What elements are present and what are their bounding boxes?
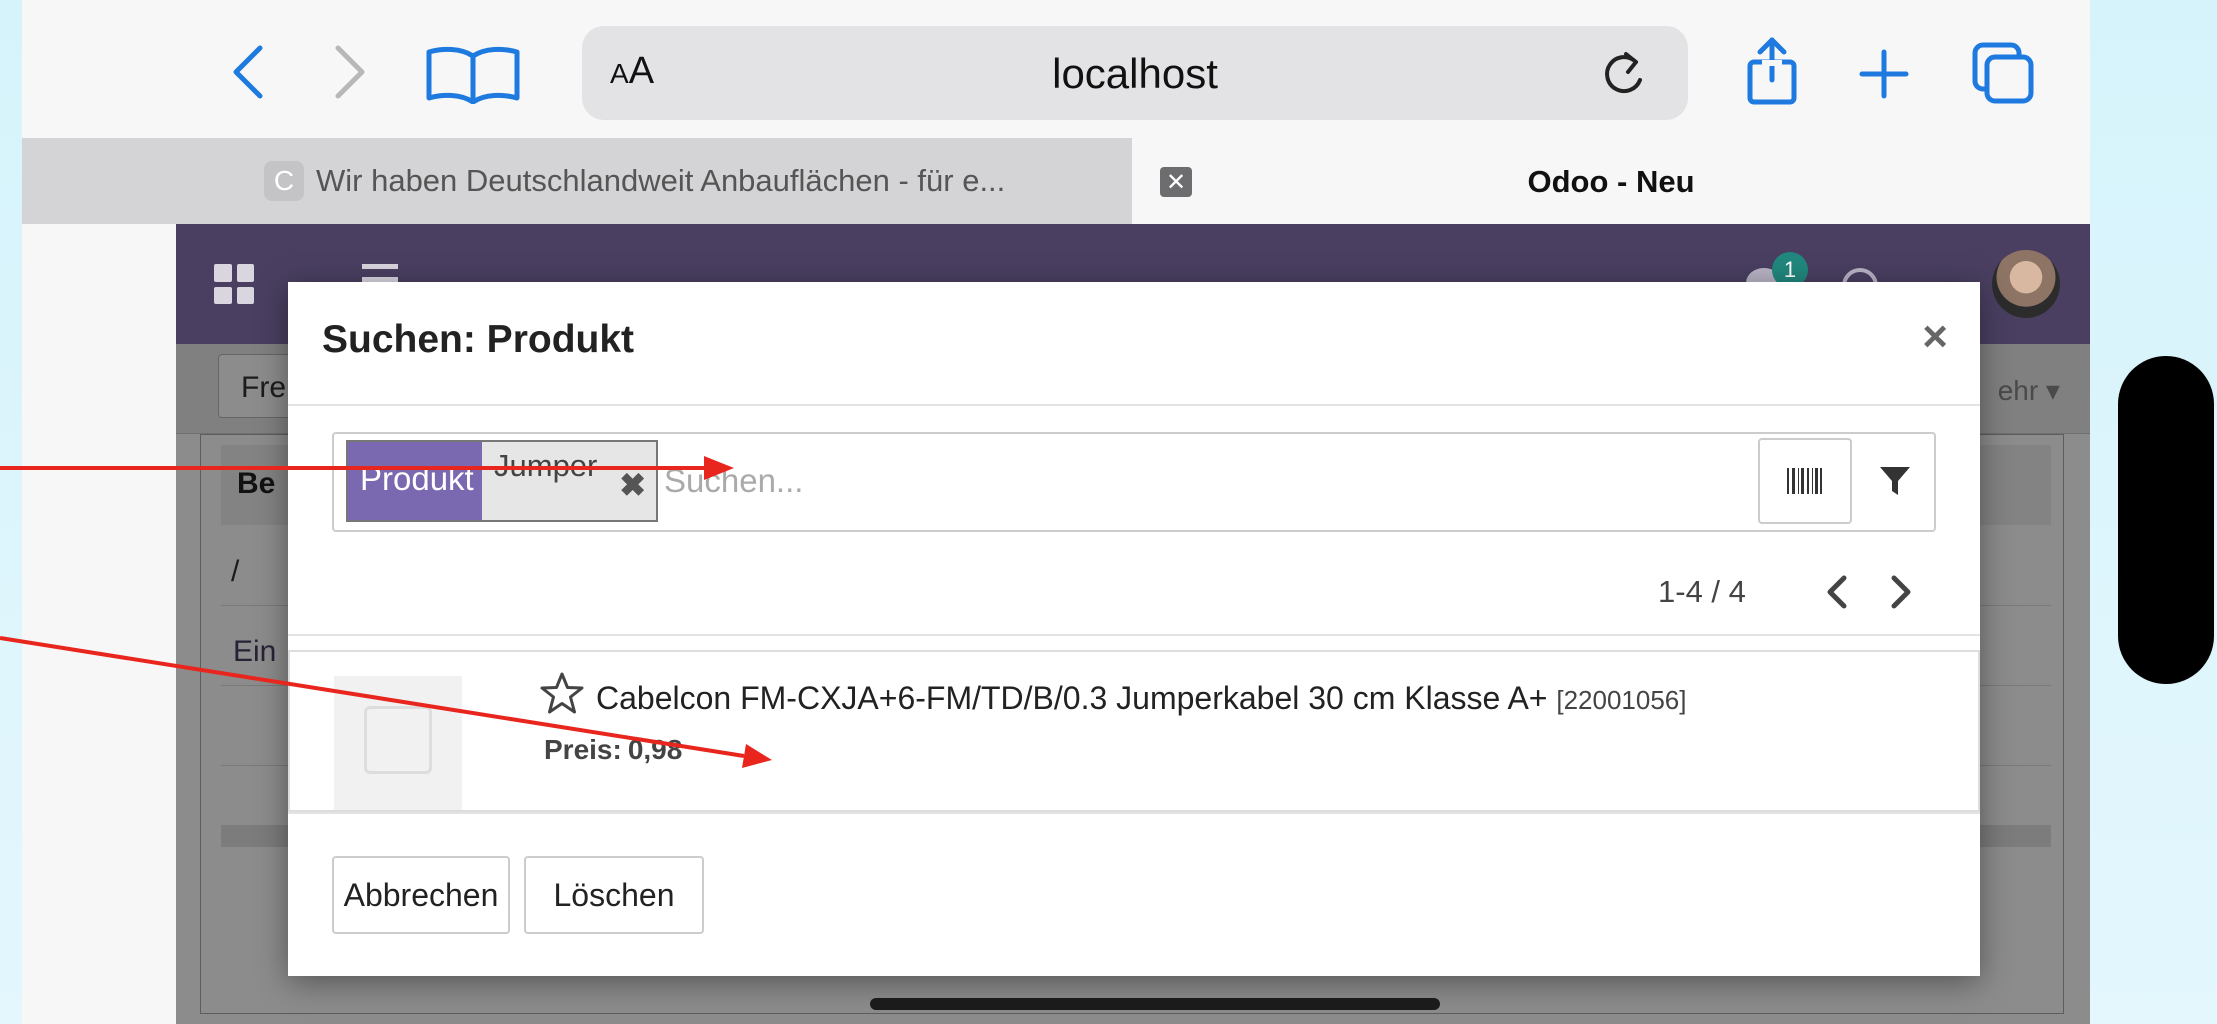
chevron-right-icon[interactable]: [1888, 574, 1914, 615]
favicon-icon: C: [264, 161, 304, 201]
filter-icon[interactable]: [1860, 438, 1930, 524]
share-icon[interactable]: [1742, 36, 1802, 106]
price-value: 0,98: [627, 734, 683, 765]
price-label: Preis:: [544, 734, 622, 765]
product-price-line: Preis: 0,98: [544, 734, 682, 766]
tab-strip: C Wir haben Deutschlandweit Anbauflächen…: [22, 138, 2090, 224]
cancel-button[interactable]: Abbrechen: [332, 856, 510, 934]
forward-icon[interactable]: [330, 44, 370, 100]
address-bar[interactable]: AA localhost: [582, 26, 1688, 120]
back-icon[interactable]: [228, 44, 268, 100]
search-dialog: Suchen: Produkt × Produkt Jumper ✖ Suche…: [288, 282, 1980, 976]
pager-value[interactable]: 1-4 / 4: [1658, 574, 1746, 610]
tab-title: Wir haben Deutschlandweit Anbauflächen -…: [316, 163, 1006, 198]
star-icon[interactable]: [540, 672, 584, 719]
facet-remove-icon[interactable]: ✖: [619, 466, 646, 504]
side-handle[interactable]: [2118, 356, 2214, 684]
search-facet: Produkt Jumper ✖: [346, 440, 658, 522]
product-code: [22001056]: [1556, 685, 1687, 715]
divider: [288, 812, 1980, 814]
product-image: [334, 676, 462, 810]
product-name-line: Cabelcon FM-CXJA+6-FM/TD/B/0.3 Jumperkab…: [596, 680, 1687, 717]
home-indicator: [870, 998, 1440, 1010]
url-text: localhost: [1052, 50, 1218, 97]
search-input[interactable]: Produkt Jumper ✖ Suchen...: [332, 432, 1936, 532]
barcode-icon[interactable]: [1758, 438, 1852, 524]
tab-title-active: Odoo - Neu: [1527, 164, 1695, 199]
new-tab-icon[interactable]: [1854, 44, 1914, 104]
bookmarks-icon[interactable]: [420, 44, 526, 104]
close-icon[interactable]: ×: [1922, 312, 1948, 362]
reload-icon[interactable]: [1600, 48, 1646, 103]
avatar[interactable]: [1992, 250, 2060, 318]
facet-value-box: Jumper ✖: [482, 442, 656, 520]
facet-value: Jumper: [494, 448, 598, 483]
browser-window: AA localhost C Wir haben Deutschlandweit…: [22, 0, 2090, 1024]
tabs-icon[interactable]: [1970, 40, 2036, 106]
divider: [288, 634, 1980, 636]
list-item[interactable]: Cabelcon FM-CXJA+6-FM/TD/B/0.3 Jumperkab…: [288, 650, 1980, 812]
facet-category: Produkt: [348, 442, 482, 520]
tab-active[interactable]: ✕ Odoo - Neu: [1132, 138, 2090, 224]
chevron-left-icon[interactable]: [1824, 574, 1850, 615]
tab-inactive[interactable]: C Wir haben Deutschlandweit Anbauflächen…: [22, 138, 1132, 224]
browser-toolbar: AA localhost: [22, 0, 2090, 138]
dialog-title: Suchen: Produkt: [322, 318, 635, 361]
apps-icon[interactable]: [214, 264, 254, 304]
search-placeholder: Suchen...: [664, 462, 804, 499]
clear-button[interactable]: Löschen: [524, 856, 704, 934]
product-name: Cabelcon FM-CXJA+6-FM/TD/B/0.3 Jumperkab…: [596, 680, 1548, 716]
divider: [288, 404, 1980, 406]
